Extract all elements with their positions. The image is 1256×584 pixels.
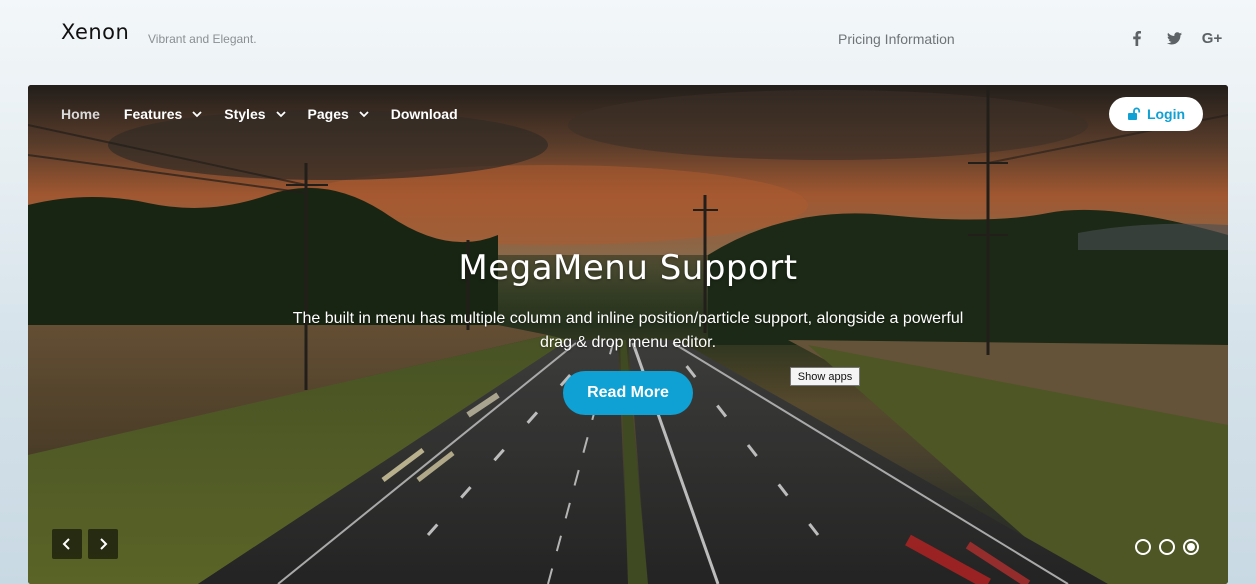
nav-item-features[interactable]: Features: [124, 106, 204, 122]
chevron-left-icon: [62, 538, 70, 550]
previous-slide-button[interactable]: [52, 529, 82, 559]
pricing-information-link[interactable]: Pricing Information: [838, 31, 955, 47]
google-plus-label: G+: [1201, 29, 1223, 47]
slide-title: MegaMenu Support: [458, 248, 798, 288]
hero-slider: Home Features Styles Pages Download Logi…: [28, 85, 1228, 584]
login-label: Login: [1146, 106, 1186, 122]
nav-item-label: Home: [61, 106, 100, 122]
slide-description-line: drag & drop menu editor.: [539, 334, 717, 351]
site-logo[interactable]: Xenon: [61, 20, 129, 44]
chevron-down-icon: [359, 111, 369, 118]
slide-dot-2[interactable]: [1159, 539, 1175, 555]
nav-item-download[interactable]: Download: [391, 106, 458, 122]
main-navigation: Home Features Styles Pages Download: [61, 104, 478, 124]
next-slide-button[interactable]: [88, 529, 118, 559]
tooltip: Show apps: [790, 367, 860, 386]
twitter-icon[interactable]: [1164, 28, 1184, 48]
slide-description-line: The built in menu has multiple column an…: [292, 310, 964, 327]
nav-item-label: Styles: [224, 106, 266, 122]
nav-item-pages[interactable]: Pages: [308, 106, 371, 122]
chevron-down-icon: [275, 111, 286, 118]
google-plus-icon[interactable]: G+: [1200, 28, 1224, 48]
login-button[interactable]: Login: [1109, 97, 1203, 131]
unlock-icon: [1127, 107, 1141, 120]
slide-dot-3[interactable]: [1183, 539, 1199, 555]
nav-item-styles[interactable]: Styles: [224, 106, 287, 122]
nav-item-label: Download: [390, 106, 458, 122]
slide-pagination: [1135, 539, 1207, 555]
slide-description: The built in menu has multiple column an…: [278, 307, 978, 355]
slide-dot-1[interactable]: [1135, 539, 1151, 555]
facebook-icon[interactable]: [1130, 28, 1144, 48]
chevron-down-icon: [192, 111, 202, 118]
read-more-button[interactable]: Read More: [563, 371, 693, 415]
nav-item-label: Pages: [307, 106, 349, 122]
nav-item-label: Features: [123, 106, 183, 122]
site-tagline: Vibrant and Elegant.: [148, 32, 257, 46]
chevron-right-icon: [100, 538, 108, 550]
site-header: Xenon Vibrant and Elegant. Pricing Infor…: [0, 0, 1256, 80]
nav-item-home[interactable]: Home: [61, 106, 100, 122]
